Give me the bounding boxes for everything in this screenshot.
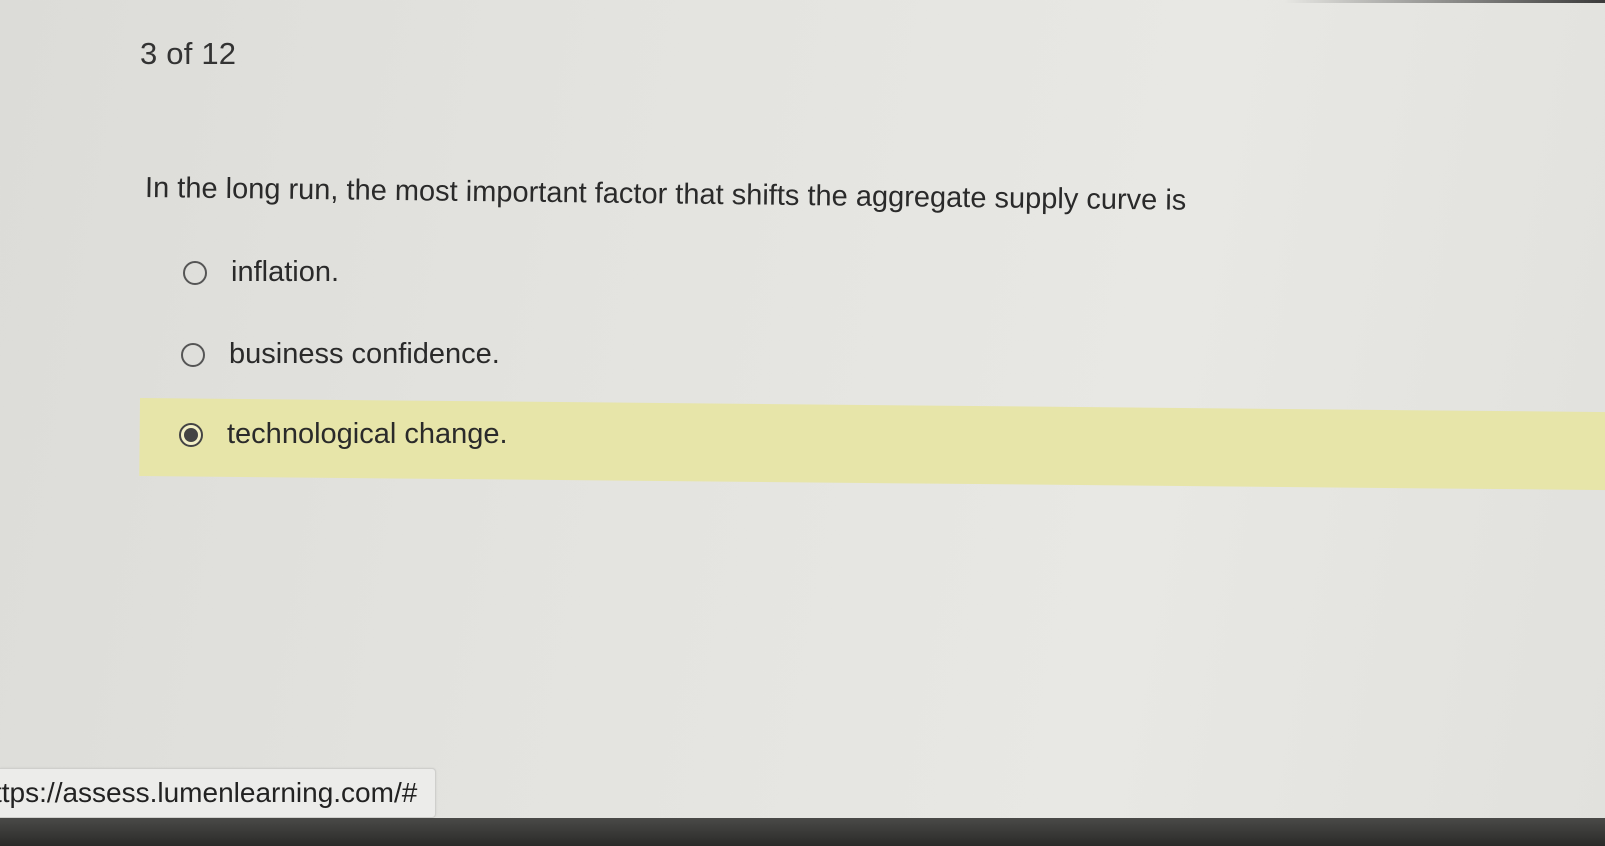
question-prompt: In the long run, the most important fact… (144, 172, 1187, 217)
radio-dot-icon (184, 427, 198, 442)
radio-filled-icon[interactable] (179, 422, 203, 447)
answer-option-technological-change[interactable]: technological change. (179, 418, 508, 451)
answer-option-label: technological change. (227, 418, 508, 450)
question-counter: 3 of 12 (140, 36, 237, 71)
screen-top-edge (0, 0, 1605, 3)
browser-status-bar: ttps://assess.lumenlearning.com/# (0, 768, 437, 818)
answer-option-inflation[interactable]: inflation. (183, 256, 339, 289)
radio-empty-icon[interactable] (183, 260, 207, 285)
answer-option-business-confidence[interactable]: business confidence. (181, 338, 500, 371)
status-bar-url: ttps://assess.lumenlearning.com/# (0, 777, 418, 808)
radio-empty-icon[interactable] (181, 342, 205, 367)
screen-bottom-edge (0, 818, 1605, 846)
answer-option-label: business confidence. (229, 338, 500, 370)
answer-option-label: inflation. (231, 256, 340, 288)
